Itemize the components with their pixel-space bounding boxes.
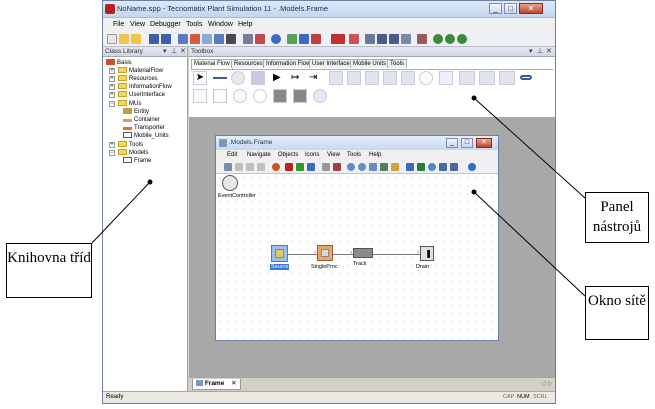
callout-class-library: Knihovna tříd	[6, 243, 92, 298]
arrow-class-library	[91, 179, 153, 244]
arrow-toolbox-panel	[471, 95, 586, 199]
callout-network-window: Okno sítě	[585, 286, 649, 340]
arrow-network-window	[471, 189, 586, 297]
callout-toolbox-panel: Panel nástrojů	[585, 192, 649, 243]
callout-arrows	[91, 95, 586, 297]
